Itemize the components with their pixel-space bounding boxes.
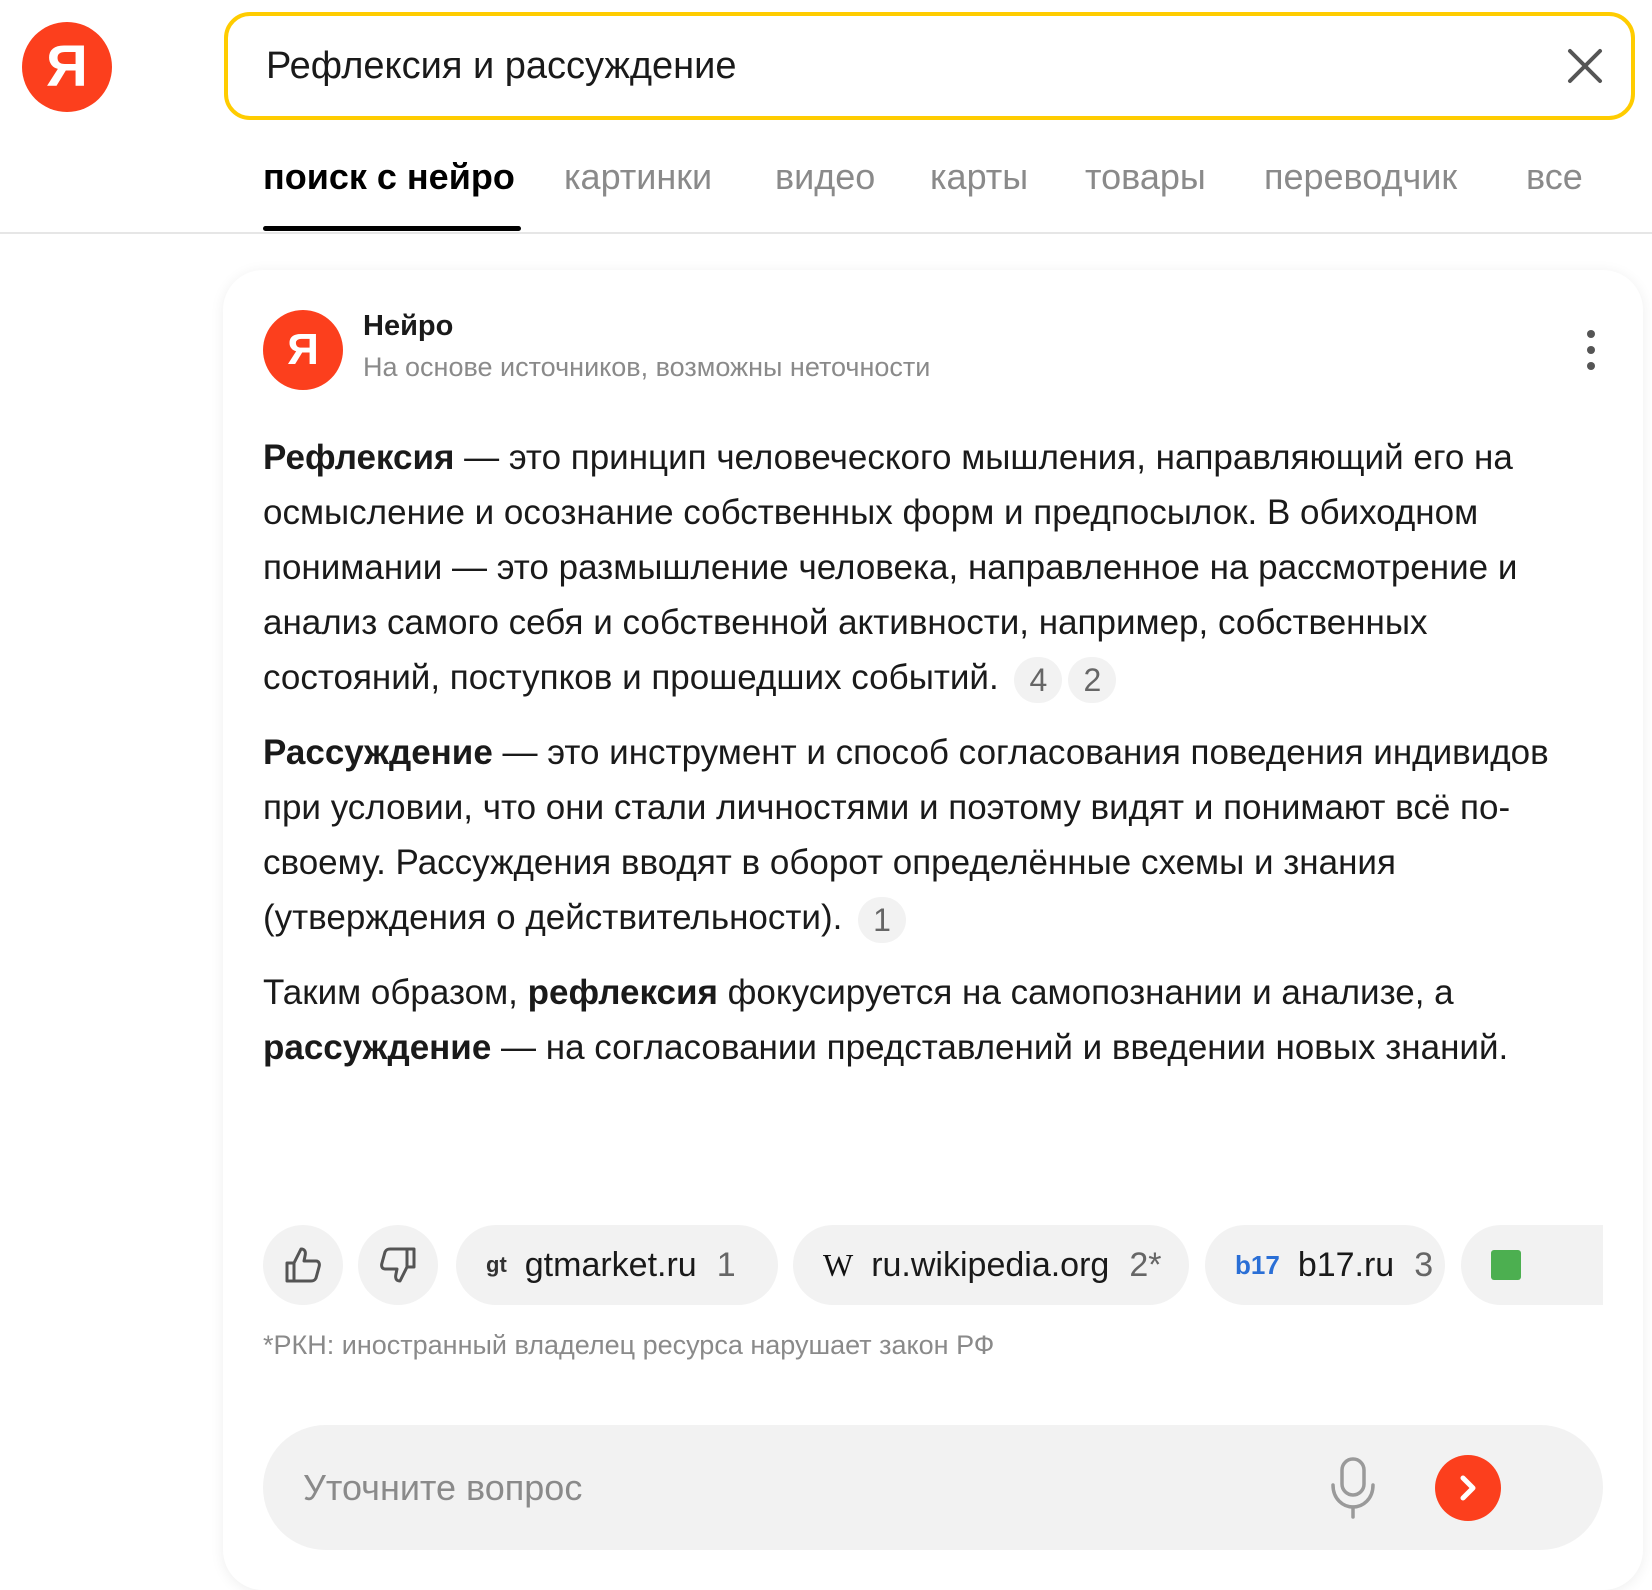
answer-paragraph: Таким образом, рефлексия фокусируется на… (263, 973, 1509, 1067)
b17-icon: b17 (1235, 1249, 1280, 1280)
answer-paragraph: Рассуждение — это инструмент и способ со… (263, 725, 1608, 945)
term-reasoning: Рассуждение (263, 733, 493, 772)
citation-ref[interactable]: 2 (1068, 656, 1117, 703)
neuro-avatar: Я (263, 310, 343, 390)
source-domain: gtmarket.ru (524, 1245, 697, 1284)
tab-neuro-search[interactable]: поиск с нейро (263, 156, 515, 198)
neuro-avatar-letter: Я (287, 325, 319, 374)
more-options-button[interactable] (1579, 328, 1603, 372)
neuro-name: Нейро (363, 310, 454, 342)
rkn-footnote: *РКН: иностранный владелец ресурса наруш… (263, 1330, 995, 1360)
answer-paragraph: Рефлексия — это принцип человеческого мы… (263, 430, 1608, 705)
tab-images[interactable]: картинки (564, 156, 712, 198)
tab-products[interactable]: товары (1085, 156, 1206, 198)
tab-video[interactable]: видео (775, 156, 875, 198)
source-domain: b17.ru (1297, 1245, 1395, 1284)
search-box (224, 12, 1635, 120)
search-tabs: поиск с нейро картинки видео карты товар… (0, 138, 1652, 234)
yandex-logo[interactable]: Я (22, 22, 112, 112)
source-domain: ru.wikipedia.org (871, 1245, 1110, 1284)
thumbs-up-icon (285, 1247, 321, 1283)
thumbs-down-icon (380, 1247, 416, 1283)
tab-all[interactable]: все (1526, 156, 1583, 198)
neuro-answer-card: Я Нейро На основе источников, возможны н… (223, 270, 1643, 1590)
answer-text: Рефлексия — это принцип человеческого мы… (263, 430, 1608, 1095)
source-ref-number: 2* (1129, 1245, 1162, 1284)
citation-ref[interactable]: 4 (1014, 656, 1063, 703)
source-ref-number: 1 (716, 1245, 736, 1284)
wikipedia-icon: W (823, 1246, 854, 1283)
tab-translator[interactable]: переводчик (1264, 156, 1457, 198)
close-icon (1568, 49, 1602, 83)
voice-input-button[interactable] (1323, 1455, 1383, 1521)
dislike-button[interactable] (358, 1225, 438, 1305)
source-chip-more[interactable] (1461, 1225, 1603, 1305)
tab-maps[interactable]: карты (930, 156, 1028, 198)
followup-box (263, 1425, 1603, 1550)
logo-letter: Я (46, 34, 88, 99)
more-vertical-icon (1587, 330, 1595, 370)
like-button[interactable] (263, 1225, 343, 1305)
followup-input[interactable] (303, 1425, 1303, 1550)
arrow-right-icon (1460, 1475, 1476, 1501)
term-reflection: Рефлексия (263, 438, 455, 477)
neuro-subtitle: На основе источников, возможны неточност… (363, 352, 931, 382)
clear-search-button[interactable] (1561, 42, 1609, 90)
citation-ref[interactable]: 1 (858, 896, 907, 943)
active-tab-indicator (263, 226, 521, 231)
source-chip-b17[interactable]: b17 b17.ru 3 (1205, 1225, 1445, 1305)
feedback-and-sources: gt gtmarket.ru 1 W ru.wikipedia.org 2* b… (263, 1225, 1603, 1307)
source-chip-gtmarket[interactable]: gt gtmarket.ru 1 (456, 1225, 778, 1305)
gtmarket-icon: gt (486, 1252, 507, 1277)
source-ref-number: 3 (1414, 1245, 1434, 1284)
green-site-icon (1491, 1250, 1521, 1280)
source-chip-wikipedia[interactable]: W ru.wikipedia.org 2* (793, 1225, 1189, 1305)
microphone-icon (1331, 1457, 1375, 1519)
search-input[interactable] (266, 16, 1526, 116)
send-followup-button[interactable] (1435, 1455, 1501, 1521)
